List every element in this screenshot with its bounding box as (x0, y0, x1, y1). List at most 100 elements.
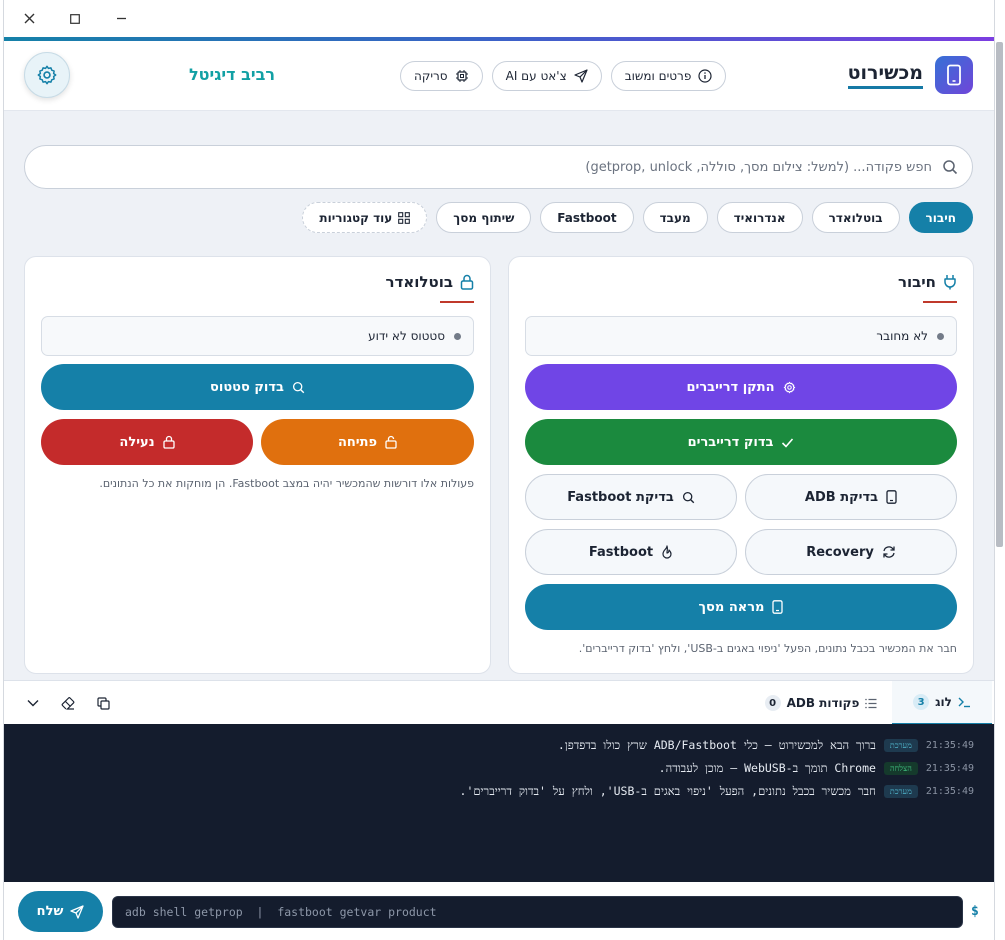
details-feedback-label: פרטים ומשוב (624, 69, 692, 83)
terminal-tabs-bar: לוג 3 פקודות ADB 0 (4, 680, 994, 725)
settings-button[interactable] (24, 52, 70, 98)
adb-count-badge: 0 (764, 695, 781, 711)
log-message: Chrome תומך ב-WebUSB — מוכן לעבודה. (658, 761, 876, 775)
app-header: מכשירוט פרטים ומשוב צ'אט עם AI סריקה רבי… (4, 41, 994, 111)
check-icon (782, 437, 794, 448)
minimize-window-button[interactable] (112, 10, 130, 28)
connection-status-text: לא מחובר (876, 329, 928, 343)
adb-check-button[interactable]: בדיקת ADB (745, 474, 957, 520)
log-line: 21:35:49 הצלחה Chrome תומך ב-WebUSB — מו… (659, 761, 974, 775)
close-window-button[interactable] (20, 10, 38, 28)
brand: מכשירוט (847, 56, 973, 94)
close-icon (24, 13, 34, 24)
lock-label: נעילה (119, 434, 155, 450)
brand-title: מכשירוט (847, 62, 923, 89)
connection-panel-header: חיבור (898, 273, 957, 291)
category-tabs: חיבור בוטלואדר אנדרואיד מעבד Fastboot שי… (302, 202, 973, 233)
command-input[interactable] (125, 905, 950, 919)
gear-icon (783, 381, 795, 393)
command-input-wrapper (112, 896, 963, 928)
gear-icon (37, 65, 57, 85)
category-connection[interactable]: חיבור (908, 202, 973, 233)
bootloader-panel: בוטלואדר סטטוס לא ידוע בדוק סטטוס פתיחה … (24, 256, 491, 674)
search-icon (292, 381, 305, 393)
send-label: שלח (36, 904, 64, 919)
phone-icon (886, 490, 897, 504)
status-dot (454, 332, 461, 340)
tab-adb-commands[interactable]: פקודות ADB 0 (760, 681, 882, 725)
status-dot (937, 332, 944, 340)
scan-button[interactable]: סריקה (400, 61, 483, 91)
send-button[interactable]: שלח (18, 891, 103, 932)
tab-adb-label: פקודות ADB (786, 696, 860, 710)
send-icon (574, 69, 588, 83)
clear-log-button[interactable] (60, 695, 76, 711)
details-feedback-button[interactable]: פרטים ומשוב (610, 61, 727, 91)
connection-panel-title: חיבור (897, 273, 936, 291)
unlock-button[interactable]: פתיחה (261, 419, 474, 465)
check-status-label: בדוק סטטוס (210, 379, 284, 395)
recovery-label: Recovery (806, 544, 874, 560)
category-screen-share[interactable]: שיתוף מסך (436, 202, 532, 233)
category-android[interactable]: אנדרואיד (716, 202, 803, 233)
scan-label: סריקה (414, 69, 448, 83)
ai-chat-label: צ'אט עם AI (505, 69, 567, 83)
info-icon (698, 69, 712, 83)
scrollbar-thumb[interactable] (996, 42, 1003, 547)
more-categories-button[interactable]: עוד קטגוריות (302, 202, 428, 233)
maximize-icon (70, 13, 80, 24)
category-fastboot[interactable]: Fastboot (540, 202, 634, 233)
log-message: חבר מכשיר בכבל נתונים, הפעל 'ניפוי באגים… (459, 784, 876, 798)
maximize-window-button[interactable] (66, 10, 84, 28)
copy-log-button[interactable] (95, 695, 111, 711)
command-bar: שלח $ (4, 882, 994, 940)
page-scrollbar[interactable] (994, 0, 1005, 940)
search-icon (682, 491, 695, 503)
plug-icon (944, 275, 956, 290)
lock-icon (460, 274, 474, 290)
category-processor[interactable]: מעבד (642, 202, 708, 233)
search-input[interactable] (39, 159, 932, 175)
log-tag: מערכת (883, 738, 918, 752)
fastboot-check-button[interactable]: בדיקת Fastboot (525, 474, 737, 520)
install-drivers-button[interactable]: התקן דרייברים (525, 364, 957, 410)
screen-mirror-label: מראה מסך (698, 599, 765, 615)
title-underline (923, 301, 957, 303)
terminal-log: 21:35:49 מערכת ברוך הבא למכשירוט — כלי A… (4, 724, 994, 882)
minimize-icon (116, 17, 126, 20)
more-categories-label: עוד קטגוריות (319, 210, 393, 225)
app-window: מכשירוט פרטים ומשוב צ'אט עם AI סריקה רבי… (0, 0, 1005, 940)
recovery-button[interactable]: Recovery (745, 529, 957, 575)
adb-check-label: בדיקת ADB (804, 489, 879, 505)
title-underline (440, 301, 474, 303)
fastboot-button[interactable]: Fastboot (525, 529, 737, 575)
screen-mirror-button[interactable]: מראה מסך (525, 584, 957, 630)
refresh-icon (883, 546, 895, 558)
bootloader-status-text: סטטוס לא ידוע (368, 329, 445, 343)
category-bootloader[interactable]: בוטלואדר (811, 202, 900, 233)
tab-log[interactable]: לוג 3 (892, 681, 992, 725)
connection-status: לא מחובר (525, 316, 957, 356)
phone-icon (772, 600, 784, 614)
copy-icon (96, 696, 110, 710)
install-drivers-label: התקן דרייברים (686, 379, 775, 395)
log-time: 21:35:49 (925, 785, 974, 797)
ai-chat-button[interactable]: צ'אט עם AI (491, 61, 602, 91)
collapse-terminal-button[interactable] (25, 695, 41, 711)
connection-panel: חיבור לא מחובר התקן דרייברים בדוק דרייבר… (508, 256, 974, 674)
chip-icon (455, 70, 468, 82)
search-icon (943, 160, 958, 175)
unlock-label: פתיחה (337, 434, 378, 450)
title-bar (4, 0, 994, 37)
unlock-icon (385, 435, 397, 449)
terminal-icon (958, 697, 970, 708)
bootloader-note: פעולות אלו דורשות שהמכשיר יהיה במצב Fast… (99, 477, 474, 490)
lock-button[interactable]: נעילה (41, 419, 253, 465)
log-message: ברוך הבא למכשירוט — כלי ADB/Fastboot שרץ… (557, 738, 876, 752)
check-drivers-button[interactable]: בדוק דרייברים (525, 419, 957, 465)
log-count-badge: 3 (913, 694, 930, 710)
log-time: 21:35:49 (925, 739, 974, 751)
log-time: 21:35:49 (925, 762, 974, 774)
log-tag: הצלחה (883, 761, 918, 775)
check-status-button[interactable]: בדוק סטטוס (41, 364, 474, 410)
